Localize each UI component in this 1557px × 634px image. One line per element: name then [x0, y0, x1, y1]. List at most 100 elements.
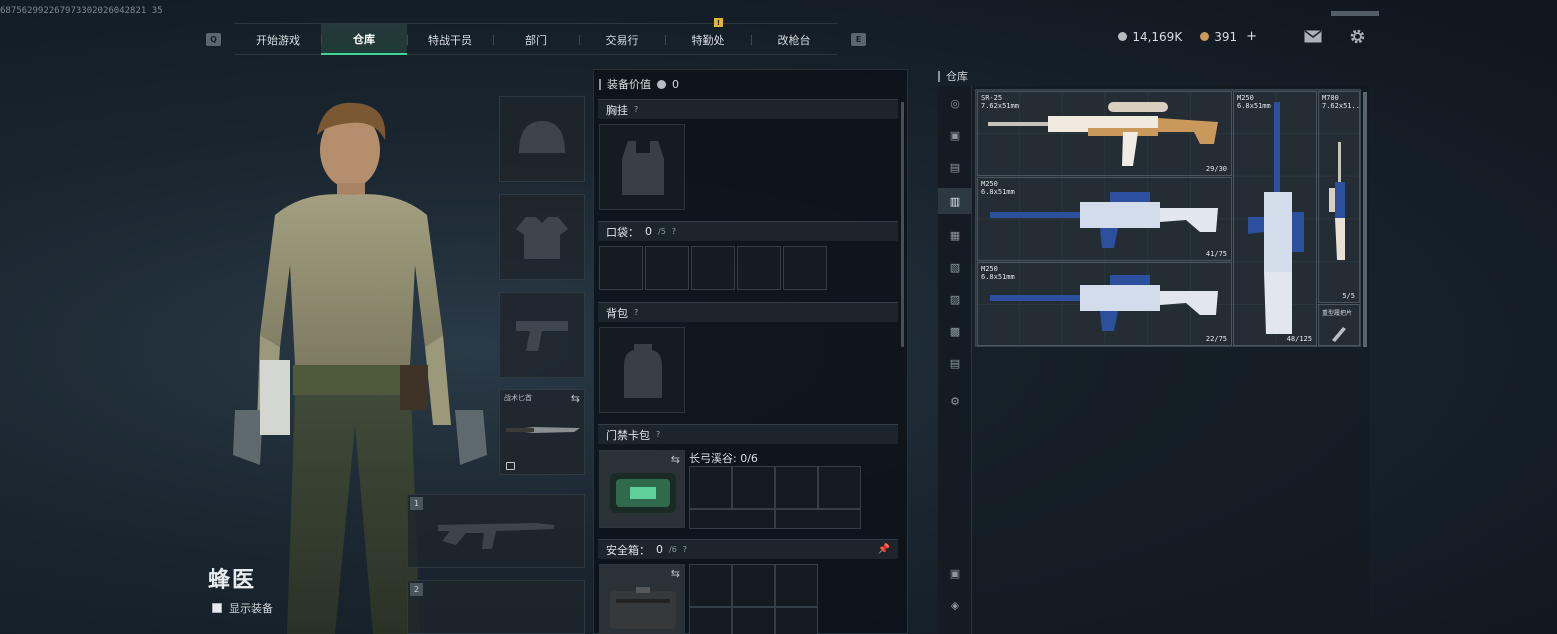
category-medical-icon[interactable]: ▨ — [944, 288, 966, 310]
swap-icon[interactable]: ⇆ — [571, 392, 580, 405]
category-armor-icon[interactable]: ▤ — [944, 156, 966, 178]
helmet-slot[interactable] — [499, 96, 585, 182]
m700-rifle-icon — [1329, 142, 1345, 260]
silver-balance: 14,169K — [1118, 30, 1182, 44]
top-nav: Q 开始游戏 仓库 特战干员 部门 交易行 特勤处 ! 改枪台 E — [206, 18, 866, 55]
silver-coin-icon — [1118, 32, 1128, 41]
category-weapons-icon[interactable]: ▣ — [944, 124, 966, 146]
item-name: M250 — [981, 265, 998, 273]
keycard-title: 门禁卡包 — [606, 428, 650, 442]
pocket-slot[interactable] — [783, 246, 827, 290]
warehouse-item-m250[interactable]: M250 6.8x51mm 22/75 — [977, 262, 1232, 346]
pocket-slot[interactable] — [737, 246, 781, 290]
show-equipment-toggle[interactable]: 显示装备 — [212, 600, 273, 616]
tab-market[interactable]: 交易行 — [579, 24, 665, 55]
value-coin-icon — [657, 79, 666, 89]
pistol-icon — [516, 321, 568, 351]
warehouse-item-sr25[interactable]: SR-25 7.62x51mm 29/30 — [977, 91, 1232, 176]
safebox-icon — [610, 587, 676, 629]
keycard-case-slot[interactable]: ⇆ — [599, 450, 685, 528]
warehouse-item-attachment[interactable]: 重型履把片 — [1318, 304, 1360, 346]
category-layers-icon[interactable]: ◈ — [944, 594, 966, 616]
keycard-header: 门禁卡包 ? — [598, 424, 898, 444]
m250-machine-gun-icon — [990, 275, 1218, 331]
category-keys-icon[interactable]: ▩ — [944, 320, 966, 342]
operator-name: 蜂医 — [208, 568, 257, 593]
keycard-slot[interactable] — [775, 466, 818, 509]
pin-icon[interactable]: 📌 — [878, 544, 890, 555]
backpack-header: 背包 ? — [598, 302, 898, 322]
pocket-slot[interactable] — [599, 246, 643, 290]
keycard-slot[interactable] — [818, 466, 861, 509]
tab-operators[interactable]: 特战干员 — [407, 24, 493, 55]
safebox-grid-slot[interactable] — [732, 564, 775, 607]
nav-next-key[interactable]: E — [851, 32, 866, 46]
category-all-icon[interactable]: ◎ — [944, 92, 966, 114]
safebox-slot[interactable]: ⇆ — [599, 564, 685, 634]
tab-warehouse[interactable]: 仓库 — [321, 24, 407, 55]
warehouse-item-m700[interactable]: M700 7.62x51... 5/5 — [1318, 91, 1360, 303]
secondary-weapon-slot[interactable]: 2 — [407, 580, 585, 634]
help-icon[interactable]: ? — [656, 430, 660, 439]
safebox-grid-slot[interactable] — [732, 607, 775, 634]
equipment-value-label: 装备价值 — [607, 78, 651, 91]
lock-icon — [506, 462, 515, 470]
currency-bar: 14,169K 391 + — [1118, 29, 1257, 44]
pocket-slot[interactable] — [645, 246, 689, 290]
chest-rig-slot[interactable] — [599, 124, 685, 210]
melee-slot[interactable]: 战术匕首 ⇆ — [499, 389, 585, 475]
category-gun-icon[interactable]: ▥ — [938, 188, 972, 214]
tab-gunsmith[interactable]: 改枪台 — [751, 24, 837, 55]
pocket-count: 0 — [645, 225, 652, 238]
safebox-grid-slot[interactable] — [775, 607, 818, 634]
helmet-icon — [519, 121, 565, 153]
keycard-slot[interactable] — [775, 509, 861, 529]
category-tools-icon[interactable]: ▧ — [944, 256, 966, 278]
safebox-grid-slot[interactable] — [689, 564, 732, 607]
pocket-slot[interactable] — [691, 246, 735, 290]
tab-start-game[interactable]: 开始游戏 — [235, 24, 321, 55]
backpack-slot[interactable] — [599, 327, 685, 413]
keycard-slot[interactable] — [689, 466, 732, 509]
chest-rig-icon — [622, 141, 664, 195]
show-equipment-label: 显示装备 — [229, 602, 273, 615]
safebox-grid-slot[interactable] — [775, 564, 818, 607]
keycard-slot[interactable] — [689, 509, 775, 529]
warehouse-scrollbar[interactable] — [1363, 92, 1367, 347]
show-equipment-checkbox[interactable] — [212, 603, 222, 613]
warehouse-item-m250[interactable]: M250 6.8x51mm 41/75 — [977, 177, 1232, 261]
swap-icon[interactable]: ⇆ — [671, 567, 680, 580]
category-container-icon[interactable]: ▣ — [944, 562, 966, 584]
safebox-header: 安全箱： 0/6 ? 📌 — [598, 539, 898, 559]
session-id: 687562992267973302026042821 35 — [0, 6, 163, 16]
help-icon[interactable]: ? — [672, 227, 676, 236]
armor-slot[interactable] — [499, 194, 585, 280]
nav-prev-key[interactable]: Q — [206, 32, 221, 46]
primary-weapon-slot[interactable]: 1 — [407, 494, 585, 568]
mail-icon[interactable] — [1303, 27, 1323, 45]
category-settings-gear-icon[interactable]: ⚙ — [944, 390, 966, 412]
gold-balance: 391 + — [1200, 29, 1257, 44]
pistol-slot[interactable] — [499, 292, 585, 378]
help-icon[interactable]: ? — [634, 105, 638, 114]
safebox-grid-slot[interactable] — [689, 607, 732, 634]
tab-special-office[interactable]: 特勤处 ! — [665, 18, 751, 55]
help-icon[interactable]: ? — [683, 545, 687, 554]
secondary-slot-number: 2 — [410, 583, 423, 596]
settings-gear-icon[interactable] — [1347, 27, 1367, 45]
category-ammo-icon[interactable]: ▦ — [944, 224, 966, 246]
item-name: 重型履把片 — [1322, 310, 1353, 317]
help-icon[interactable]: ? — [634, 308, 638, 317]
silver-amount: 14,169K — [1132, 29, 1183, 44]
warehouse-item-m250-vertical[interactable]: M250 6.8x51mm 48/125 — [1233, 91, 1317, 346]
item-name: M250 — [981, 180, 998, 188]
keycard-slot[interactable] — [732, 466, 775, 509]
backpack-title: 背包 — [606, 306, 628, 320]
loadout-scrollbar[interactable] — [901, 102, 904, 347]
warehouse-grid: SR-25 7.62x51mm 29/30 M250 6.8x51mm 41/75 … — [975, 89, 1361, 347]
add-currency-button[interactable]: + — [1246, 29, 1257, 44]
tab-department[interactable]: 部门 — [493, 24, 579, 55]
swap-icon[interactable]: ⇆ — [671, 453, 680, 466]
handguard-icon — [1332, 327, 1346, 342]
category-misc-icon[interactable]: ▤ — [944, 352, 966, 374]
